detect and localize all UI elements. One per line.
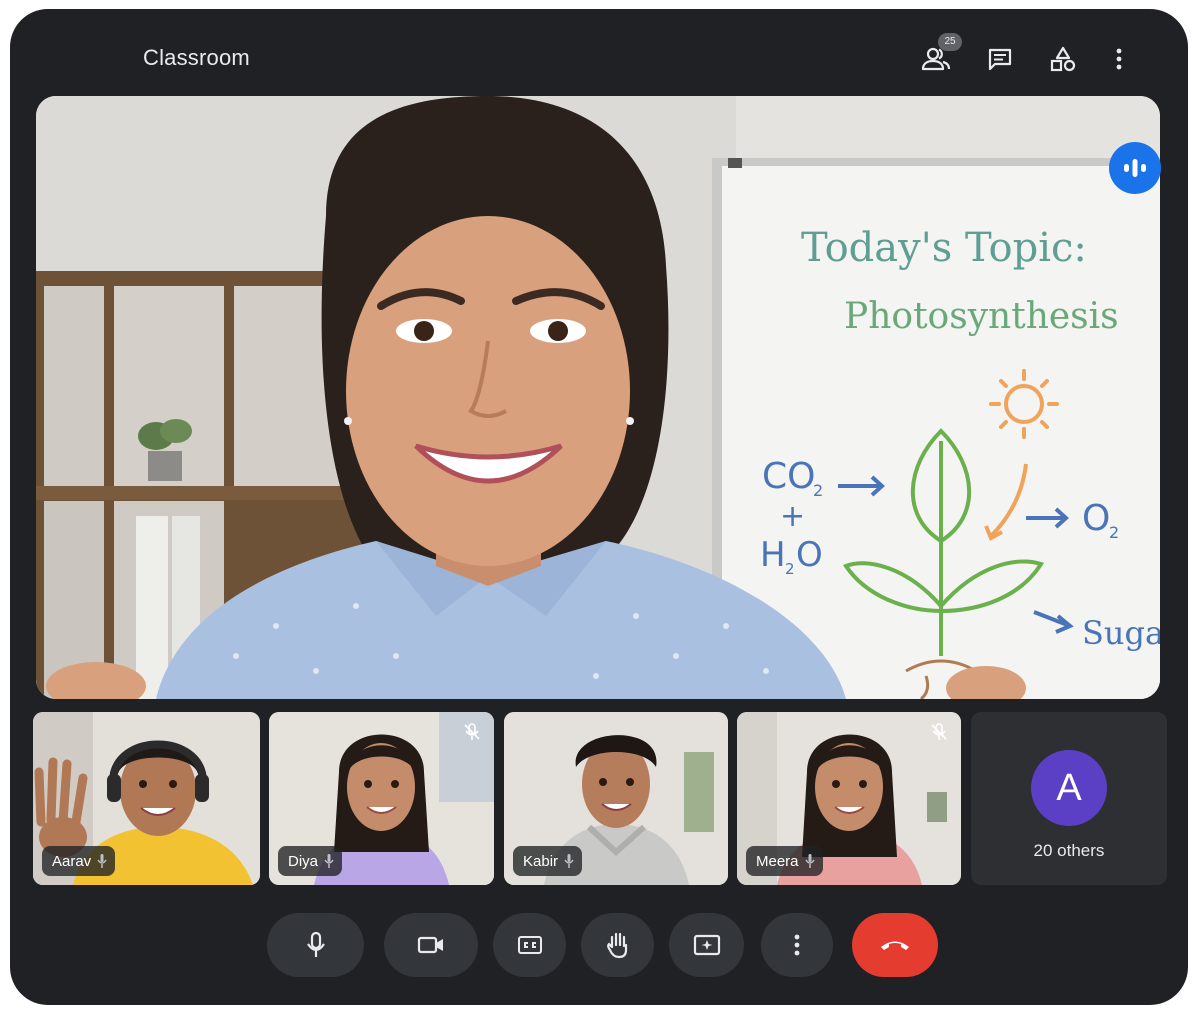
mic-level-icon bbox=[564, 853, 574, 869]
participant-tile-meera[interactable]: Meera bbox=[737, 712, 961, 885]
chat-icon bbox=[987, 47, 1013, 71]
muted-icon bbox=[929, 722, 949, 742]
people-button[interactable]: 25 bbox=[916, 33, 962, 79]
mic-icon bbox=[306, 932, 326, 958]
mic-button[interactable] bbox=[267, 913, 364, 977]
participant-name-chip: Kabir bbox=[513, 846, 583, 876]
whiteboard-topic: Photosynthesis bbox=[844, 296, 1119, 337]
closed-caption-icon bbox=[517, 935, 543, 955]
whiteboard-sugar: Sugar bbox=[1082, 614, 1160, 652]
whiteboard-o2: O bbox=[1082, 498, 1110, 539]
mic-level-icon bbox=[324, 853, 334, 869]
others-tile[interactable]: A 20 others bbox=[971, 712, 1167, 885]
whiteboard-h2o-subscript: 2 bbox=[785, 560, 795, 578]
raise-hand-button[interactable] bbox=[581, 913, 654, 977]
participant-name-chip: Aarav bbox=[42, 846, 116, 876]
present-icon bbox=[693, 934, 721, 956]
shapes-icon bbox=[1049, 46, 1077, 72]
more-vert-icon bbox=[1116, 48, 1122, 70]
main-speaker-video[interactable]: Today's Topic: Photosynthesis CO 2 + H 2… bbox=[36, 96, 1160, 699]
whiteboard-h: H bbox=[760, 535, 786, 575]
avatar: A bbox=[1031, 750, 1107, 826]
whiteboard-co2: CO bbox=[762, 456, 815, 497]
whiteboard-co2-subscript: 2 bbox=[813, 481, 823, 500]
participant-name: Diya bbox=[288, 852, 319, 870]
more-options-button[interactable] bbox=[761, 913, 833, 977]
teacher-video-frame: Today's Topic: Photosynthesis CO 2 + H 2… bbox=[36, 96, 1160, 699]
call-end-icon bbox=[879, 938, 911, 952]
participant-name: Kabir bbox=[523, 852, 559, 870]
present-button[interactable] bbox=[669, 913, 744, 977]
whiteboard-plus: + bbox=[780, 499, 805, 534]
hand-icon bbox=[606, 931, 630, 959]
meeting-window: Classroom 25 Today's Topic: Photosynthes… bbox=[10, 9, 1188, 1005]
participant-tile-kabir[interactable]: Kabir bbox=[504, 712, 728, 885]
participant-tile-diya[interactable]: Diya bbox=[269, 712, 494, 885]
captions-button[interactable] bbox=[493, 913, 566, 977]
whiteboard-o: O bbox=[796, 535, 823, 575]
activities-button[interactable] bbox=[1043, 39, 1083, 79]
camera-button[interactable] bbox=[384, 913, 478, 977]
more-vert-icon bbox=[794, 934, 800, 956]
speaking-indicator bbox=[1109, 142, 1161, 194]
participant-tile-aarav[interactable]: Aarav bbox=[33, 712, 260, 885]
participant-count-badge: 25 bbox=[938, 33, 962, 51]
muted-icon bbox=[462, 722, 482, 742]
participant-name: Meera bbox=[756, 852, 799, 870]
audio-wave-icon bbox=[1122, 157, 1148, 179]
more-options-header-button[interactable] bbox=[1099, 39, 1139, 79]
videocam-icon bbox=[417, 935, 445, 955]
mic-level-icon bbox=[97, 853, 107, 869]
participant-name: Aarav bbox=[52, 852, 92, 870]
others-count-label: 20 others bbox=[1033, 841, 1105, 860]
leave-call-button[interactable] bbox=[852, 913, 938, 977]
whiteboard-title: Today's Topic: bbox=[801, 225, 1087, 271]
meeting-title: Classroom bbox=[143, 45, 250, 70]
whiteboard-o2-subscript: 2 bbox=[1109, 523, 1119, 542]
chat-button[interactable] bbox=[980, 39, 1020, 79]
participant-name-chip: Meera bbox=[746, 846, 823, 876]
mic-level-icon bbox=[804, 853, 815, 869]
participant-name-chip: Diya bbox=[278, 846, 343, 876]
